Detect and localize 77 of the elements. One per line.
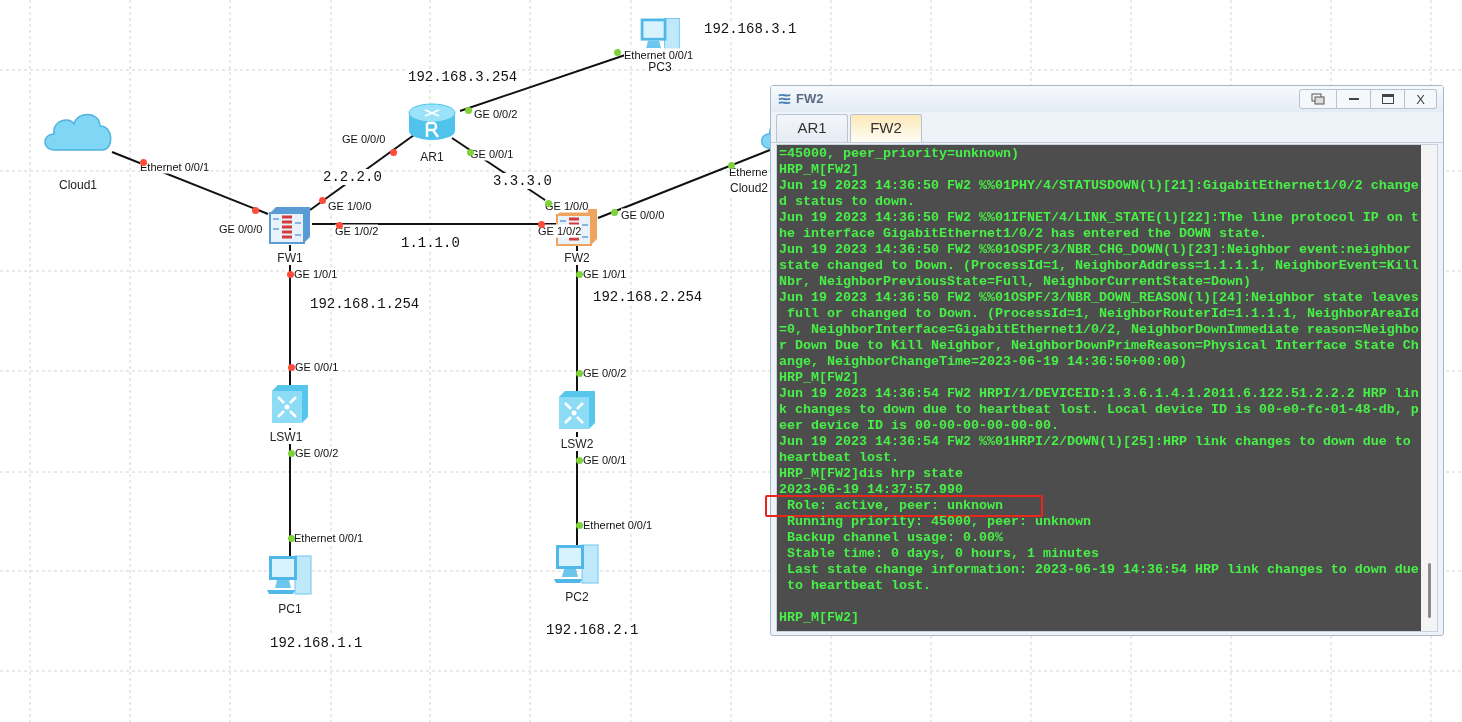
node-label: AR1 xyxy=(420,150,444,164)
console-line: Jun 19 2023 14:36:50 FW2 %%01OSPF/3/NBR_DOWN_REASON(l)[24]:Neighbor state leaves xyxy=(779,290,1419,305)
router-icon xyxy=(407,101,457,143)
console-line: to heartbeat lost. xyxy=(786,578,931,593)
port-label: GE 1/0/2 xyxy=(538,224,582,238)
port-label: GE 0/0/0 xyxy=(219,222,263,236)
console-line: 2023-06-19 14:37:57.990 xyxy=(779,482,963,497)
maximize-icon xyxy=(1381,94,1394,104)
port-label: GE 1/0/0 xyxy=(328,199,372,213)
port-label: GE 0/0/0 xyxy=(342,132,386,146)
console-line: Jun 19 2023 14:36:54 FW2 HRPI/1/DEVICEID:1.3.6.1.4.1.2011.6.122.51.2.2.2 HRP lin xyxy=(779,386,1419,401)
console-line: d status to down. xyxy=(779,194,915,209)
network-address: 2.2.2.0 xyxy=(323,169,382,185)
console-line: Backup channel usage: 0.00% xyxy=(786,530,1003,545)
port-label: GE 1/0/1 xyxy=(583,267,627,281)
network-address: 3.3.3.0 xyxy=(493,173,552,189)
tab[interactable]: AR1 xyxy=(776,114,848,142)
console-line: Running priority: 45000, peer: unknown xyxy=(786,514,1091,529)
node-label: Cloud2 xyxy=(730,181,768,195)
console-line: Role: active, peer: unknown xyxy=(786,498,1003,513)
port-label: GE 1/0/1 xyxy=(294,267,338,281)
switch-icon xyxy=(557,389,597,431)
console-line: Jun 19 2023 14:36:50 FW2 %%01OSPF/3/NBR_CHG_DOWN(l)[23]:Neighbor event:neighbor xyxy=(779,242,1411,257)
console-line: state changed to Down. (ProcessId=1, NeighborAddress=1.1.1.1, NeighborEvent=Kill xyxy=(779,258,1419,273)
console-line: k changes to down due to heartbeat lost. Local device ID is 00-e0-fc-01-48-db, p xyxy=(779,402,1419,417)
console-line: Jun 19 2023 14:36:54 FW2 %%01HRPI/2/DOWN(l)[25]:HRP link changes to down due to xyxy=(779,434,1411,449)
network-address: 192.168.2.254 xyxy=(593,289,703,305)
close-button[interactable]: X xyxy=(1405,89,1437,109)
console-line: ange, NeighborChangeTime=2023-06-19 14:36:50+00:00) xyxy=(779,354,1187,369)
console-line: =0, NeighborInterface=GigabitEthernet1/0/2, NeighborDownImmediate reason=Neighbo xyxy=(779,322,1419,337)
port-label: GE 0/0/1 xyxy=(583,453,627,467)
console-line: full or changed to Down. (ProcessId=1, NeighborRouterId=1.1.1.1, NeighborAreaId xyxy=(786,306,1419,321)
port-label: GE 0/0/2 xyxy=(583,366,627,380)
node-label: Cloud1 xyxy=(59,178,97,192)
network-address: 1.1.1.0 xyxy=(401,235,460,251)
port-label: GE 0/0/2 xyxy=(474,107,518,121)
port-label: GE 0/0/1 xyxy=(295,360,339,374)
console-line: Jun 19 2023 14:36:50 FW2 %%01IFNET/4/LINK_STATE(l)[22]:The line protocol IP on t xyxy=(779,210,1419,225)
console-line: Jun 19 2023 14:36:50 FW2 %%01PHY/4/STATUSDOWN(l)[21]:GigabitEthernet1/0/2 change xyxy=(779,178,1419,193)
port-label: Ethernet 0/0/1 xyxy=(624,48,694,62)
console-line: heartbeat lost. xyxy=(779,450,899,465)
console-line: r Down Due to Kill Neighbor, NeighborDownPrimeReason=Physical Interface State Ch xyxy=(779,338,1419,353)
console-line: Stable time: 0 days, 0 hours, 1 minutes xyxy=(786,546,1099,561)
minimize-button[interactable] xyxy=(1337,89,1371,109)
node-label: FW2 xyxy=(564,251,590,265)
console-line: HRP_M[FW2]dis hrp state xyxy=(779,466,963,481)
network-address: 192.168.1.1 xyxy=(270,635,363,651)
port-label: Ethernet 0/0/1 xyxy=(294,531,364,545)
console-line: HRP_M[FW2] xyxy=(779,370,859,385)
app-icon xyxy=(777,91,792,107)
port-label: Ethernet 0/0/1 xyxy=(583,518,653,532)
tab[interactable]: FW2 xyxy=(850,114,922,142)
console-line: HRP_M[FW2] xyxy=(779,610,859,625)
switch-icon xyxy=(270,383,310,425)
node-label: LSW1 xyxy=(269,430,303,444)
console-line: he interface GigabitEthernet1/0/2 has entered the DOWN state. xyxy=(779,226,1267,241)
port-label: Etherne xyxy=(729,165,768,179)
network-address: 192.168.3.1 xyxy=(704,21,797,37)
port-label: GE 0/0/2 xyxy=(295,446,339,460)
network-address: 192.168.3.254 xyxy=(408,69,518,85)
network-address: 192.168.2.1 xyxy=(546,622,639,638)
node-label: PC1 xyxy=(278,602,302,616)
window-title: FW2 xyxy=(796,90,824,109)
network-address: 192.168.1.254 xyxy=(310,296,420,312)
maximize-button[interactable] xyxy=(1371,89,1405,109)
console-line: Nbr, NeighborPreviousState=Full, NeighborCurrentState=Down) xyxy=(779,274,1251,289)
console-line: eer device ID is 00-00-00-00-00-00. xyxy=(779,418,1059,433)
node-label: LSW2 xyxy=(560,437,594,451)
node-label: FW1 xyxy=(277,251,303,265)
console-line: =45000, peer_priority=unknown) xyxy=(779,146,1019,161)
firewall-icon xyxy=(268,205,312,245)
console-line: Last state change information: 2023-06-19 14:36:54 HRP link changes to down due xyxy=(786,562,1419,577)
node-label: PC2 xyxy=(565,590,589,604)
console-line: HRP_M[FW2] xyxy=(779,162,859,177)
minimize-icon xyxy=(1348,97,1359,101)
restore-icon xyxy=(1311,93,1325,105)
port-label: GE 0/0/0 xyxy=(621,208,665,222)
